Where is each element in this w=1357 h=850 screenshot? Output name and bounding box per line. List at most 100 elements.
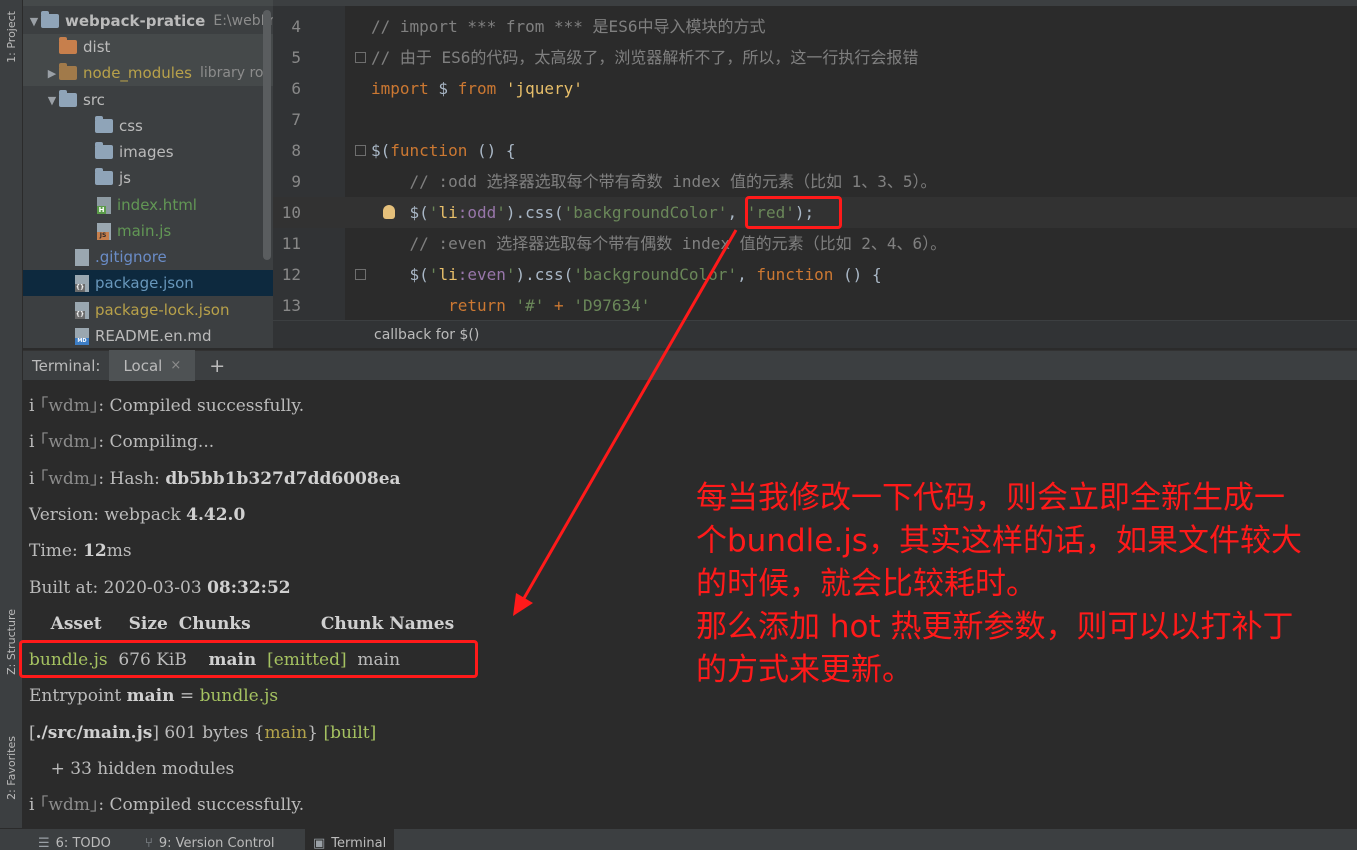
line-number: 6	[291, 79, 301, 98]
terminal-line: Entrypoint main = bundle.js	[29, 678, 278, 714]
folder-icon	[95, 116, 113, 133]
code-line[interactable]: 12 $('li:even').css('backgroundColor', f…	[273, 259, 1357, 290]
folder-icon	[59, 90, 77, 107]
fold-icon[interactable]	[355, 269, 366, 280]
js-file-icon	[97, 222, 111, 240]
version-control-tool-button[interactable]: ⑂ 9: Version Control	[137, 829, 283, 850]
tree-item-label: README.en.md	[95, 327, 212, 345]
terminal-text: Size	[128, 613, 168, 634]
todo-tool-button[interactable]: ☰ 6: TODO	[30, 829, 119, 850]
code-line[interactable]: 11 // :even 选择器选取每个带有偶数 index 值的元素（比如 2、…	[273, 228, 1357, 259]
code-token: ).css(	[515, 265, 574, 284]
terminal-text: : Compiling...	[98, 432, 215, 453]
new-terminal-tab-button[interactable]: +	[209, 355, 225, 377]
code-token: 'backgroundColor'	[573, 265, 738, 284]
tree-item-node-modules[interactable]: ▶ node_modules library ro	[23, 60, 273, 86]
favorites-tool-tab-label: 2: Favorites	[5, 736, 18, 800]
terminal-tab-local[interactable]: Local ×	[109, 350, 196, 381]
code-token: '#'	[515, 296, 545, 315]
code-text: $(function () {	[371, 135, 516, 166]
terminal-text: i	[29, 432, 40, 453]
terminal-text: i	[29, 795, 40, 816]
tree-item-src[interactable]: ▼ src	[23, 87, 273, 113]
folder-icon	[41, 11, 59, 28]
tree-item-label: css	[119, 117, 143, 135]
project-tool-tab[interactable]: 1: Project	[0, 2, 23, 72]
code-token: +	[544, 296, 574, 315]
tree-item-label: node_modules	[83, 64, 192, 82]
code-line[interactable]: 5 // 由于 ES6的代码，太高级了，浏览器解析不了，所以，这一行执行会报错	[273, 42, 1357, 73]
tree-item-images[interactable]: images	[23, 139, 273, 165]
code-token: // import *** from *** 是ES6中导入模块的方式	[371, 17, 766, 36]
code-line[interactable]: 6 import $ from 'jquery'	[273, 73, 1357, 104]
code-token: ).css(	[505, 203, 564, 222]
expanded-arrow-icon[interactable]: ▼	[45, 94, 59, 107]
tree-item-main-js[interactable]: main.js	[23, 218, 273, 244]
folder-icon	[95, 142, 113, 159]
line-number: 4	[291, 17, 301, 36]
library-folder-icon	[59, 63, 77, 80]
line-number: 12	[281, 265, 301, 284]
terminal-text: : Compiled successfully.	[98, 396, 305, 416]
code-token: '	[428, 203, 439, 222]
fold-icon[interactable]	[355, 145, 366, 156]
tree-item-css[interactable]: css	[23, 113, 273, 139]
project-tree-panel: ▼ webpack-pratice E:\webPro dist ▶ node_…	[23, 0, 273, 348]
code-token: from	[457, 79, 497, 98]
code-text: // :odd 选择器选取每个带有奇数 index 值的元素（比如 1、3、5）…	[371, 166, 937, 197]
tree-item-readme[interactable]: README.en.md	[23, 323, 273, 348]
code-line[interactable]: 8 $(function () {	[273, 135, 1357, 166]
tree-item-package-json[interactable]: package.json	[23, 270, 273, 296]
code-token: li	[438, 265, 458, 284]
code-token: li	[438, 203, 458, 222]
html-file-icon	[97, 196, 111, 214]
code-line[interactable]: 7	[273, 104, 1357, 135]
terminal-text: i	[29, 468, 40, 489]
code-token: () {	[467, 141, 516, 160]
collapsed-arrow-icon[interactable]: ▶	[45, 67, 59, 80]
code-token: return	[448, 296, 506, 315]
terminal-line: i ｢wdm｣: Compiled successfully.	[29, 787, 304, 823]
expanded-arrow-icon[interactable]: ▼	[27, 15, 41, 28]
code-token: $	[428, 79, 458, 98]
terminal-text: : Hash:	[98, 468, 166, 489]
code-text: // :even 选择器选取每个带有偶数 index 值的元素（比如 2、4、6…	[371, 228, 947, 259]
tree-item-package-lock-json[interactable]: package-lock.json	[23, 297, 273, 323]
terminal-text: }	[307, 722, 324, 743]
terminal-tool-button[interactable]: ▣ Terminal	[305, 829, 395, 850]
fold-icon[interactable]	[355, 52, 366, 63]
line-number: 13	[281, 296, 301, 315]
tree-item-gitignore[interactable]: .gitignore	[23, 244, 273, 270]
tree-item-dist[interactable]: dist	[23, 34, 273, 60]
terminal-text: ｢wdm｣	[39, 432, 99, 453]
editor-breadcrumb[interactable]: callback for $()	[273, 320, 1357, 348]
json-file-icon	[75, 301, 89, 319]
code-text: import $ from 'jquery'	[371, 73, 583, 104]
code-line[interactable]: 4 // import *** from *** 是ES6中导入模块的方式	[273, 11, 1357, 42]
terminal-icon: ▣	[313, 836, 326, 850]
tree-item-js[interactable]: js	[23, 165, 273, 191]
code-line[interactable]: 9 // :odd 选择器选取每个带有奇数 index 值的元素（比如 1、3、…	[273, 166, 1357, 197]
code-token: '	[505, 265, 516, 284]
code-editor[interactable]: 4 // import *** from *** 是ES6中导入模块的方式 5 // …	[273, 0, 1357, 348]
code-text: // 由于 ES6的代码，太高级了，浏览器解析不了，所以，这一行执行会报错	[371, 42, 918, 73]
tree-root-row[interactable]: ▼ webpack-pratice E:\webPro	[23, 8, 273, 34]
highlight-box-red-string	[745, 196, 842, 229]
terminal-text: i	[29, 396, 40, 416]
terminal-text: main	[264, 722, 308, 743]
favorites-tool-tab[interactable]: 2: Favorites	[0, 720, 23, 816]
close-icon[interactable]: ×	[170, 358, 181, 373]
annotation-line: 的时候，就会比较耗时。	[696, 566, 1037, 602]
code-line[interactable]: 13 return '#' + 'D97634'	[273, 290, 1357, 321]
terminal-line: Built at: 2020-03-03 08:32:52	[29, 570, 291, 606]
terminal-text: =	[174, 686, 200, 707]
code-text: return '#' + 'D97634'	[371, 290, 650, 321]
tree-item-label: src	[83, 91, 105, 109]
terminal-text: ] 601 bytes {	[152, 722, 265, 743]
project-scrollbar[interactable]	[263, 10, 271, 260]
annotation-note: 每当我修改一下代码，则会立即全新生成一 个bundle.js，其实这样的话，如果文…	[696, 477, 1346, 692]
code-token: :even	[457, 265, 506, 284]
terminal-text: bundle.js	[199, 686, 279, 707]
tree-item-index-html[interactable]: index.html	[23, 192, 273, 218]
